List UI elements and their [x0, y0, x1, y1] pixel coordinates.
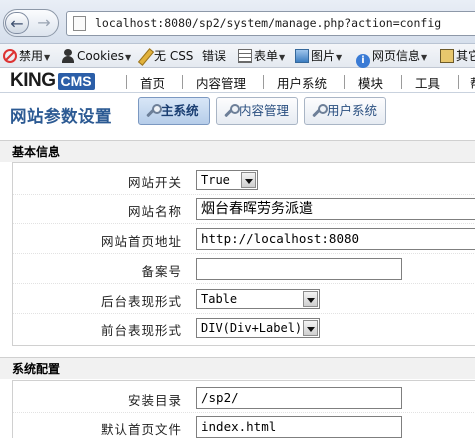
nav-item-content[interactable]: 内容管理 — [196, 73, 246, 92]
wrench-icon — [145, 104, 162, 118]
pencil-icon — [138, 49, 152, 63]
nav-divider — [458, 75, 459, 89]
tab-label: 内容管理 — [239, 103, 290, 118]
chevron-down-icon: ▼ — [279, 53, 286, 62]
section-header-basic-info: 基本信息 — [0, 140, 475, 162]
site-switch-select[interactable]: True — [196, 170, 258, 190]
select-value: True — [201, 173, 230, 187]
site-name-input[interactable]: 烟台春晖劳务派遣 — [196, 198, 475, 220]
form-row-site-switch: 网站开关 True — [13, 166, 475, 195]
nav-divider — [401, 75, 402, 89]
wrench-icon — [311, 104, 328, 118]
nav-item-users[interactable]: 用户系统 — [277, 73, 327, 92]
info-icon: i — [356, 54, 370, 68]
developer-toolbar: 禁用▼ Cookies▼ 无 CSS 错误 表单▼ 图片▼ i 网页信息▼ 其它 — [0, 44, 475, 68]
form-row-default-index: 默认首页文件 index.html — [13, 413, 475, 438]
nav-item-help[interactable]: 帮 — [470, 73, 475, 92]
install-dir-input[interactable]: /sp2/ — [196, 387, 402, 409]
back-arrow-icon[interactable]: ← — [5, 12, 29, 34]
field-label: 网站开关 — [127, 175, 182, 190]
person-icon — [61, 49, 75, 63]
toolbar-disable-button[interactable]: 禁用▼ — [3, 47, 50, 65]
form-row-icp-number: 备案号 — [13, 255, 475, 284]
nav-divider — [344, 75, 345, 89]
select-value: DIV(Div+Label) — [201, 321, 303, 335]
logo-cms-text: CMS — [57, 72, 95, 90]
field-label: 后台表现形式 — [100, 294, 182, 309]
url-text: localhost:8080/sp2/system/manage.php?act… — [95, 16, 442, 30]
page-title: 网站参数设置 — [10, 107, 112, 126]
field-label: 备案号 — [141, 264, 182, 279]
admin-layout-select[interactable]: Table — [196, 289, 320, 309]
wrench-icon — [223, 104, 240, 118]
field-label: 默认首页文件 — [100, 422, 182, 437]
logo-king-text: KING — [10, 70, 56, 91]
form-icon — [238, 49, 252, 63]
form-row-admin-layout: 后台表现形式 Table — [13, 285, 475, 314]
form-row-install-dir: 安装目录 /sp2/ — [13, 384, 475, 413]
no-entry-icon — [3, 49, 17, 63]
toolbar-label: 网页信息 — [372, 49, 421, 63]
form-row-frontend-layout: 前台表现形式 DIV(Div+Label) — [13, 314, 475, 343]
toolbar-page-info-button[interactable]: i 网页信息▼ — [356, 47, 428, 68]
forward-arrow-icon[interactable]: → — [32, 12, 56, 34]
nav-item-home[interactable]: 首页 — [140, 73, 165, 92]
toolbar-images-button[interactable]: 图片▼ — [295, 47, 342, 65]
toolbar-label: 错误 — [202, 49, 227, 63]
frontend-layout-select[interactable]: DIV(Div+Label) — [196, 318, 320, 338]
image-icon — [295, 49, 309, 63]
toolbar-cookies-button[interactable]: Cookies▼ — [61, 47, 131, 65]
chevron-down-icon[interactable] — [303, 320, 318, 336]
toolbar-other-button[interactable]: 其它 — [440, 47, 475, 65]
section-header-system-config: 系统配置 — [0, 357, 475, 379]
toolbar-label: 表单 — [254, 49, 279, 63]
toolbar-forms-button[interactable]: 表单▼ — [238, 47, 285, 65]
chevron-down-icon: ▼ — [421, 53, 428, 62]
toolbar-no-css-button[interactable]: 无 CSS — [138, 47, 193, 65]
select-value: Table — [201, 292, 238, 306]
tab-content-management[interactable]: 内容管理 — [216, 97, 298, 125]
system-config-panel: 安装目录 /sp2/ 默认首页文件 index.html — [12, 380, 475, 438]
form-row-site-name: 网站名称 烟台春晖劳务派遣 — [13, 195, 475, 224]
toolbar-errors-button[interactable]: 错误 — [202, 47, 226, 65]
field-label: 网站首页地址 — [100, 234, 182, 249]
chevron-down-icon[interactable] — [303, 291, 318, 307]
toolbar-label: 其它 — [456, 49, 475, 63]
toolbar-label: 无 CSS — [154, 49, 194, 63]
browser-address-bar: ← → localhost:8080/sp2/system/manage.php… — [0, 0, 475, 44]
site-url-input[interactable]: http://localhost:8080 — [196, 228, 475, 250]
field-label: 安装目录 — [127, 393, 182, 408]
chevron-down-icon: ▼ — [124, 53, 132, 62]
nav-item-modules[interactable]: 模块 — [358, 73, 383, 92]
chevron-down-icon: ▼ — [336, 53, 343, 62]
tab-label: 主系统 — [161, 103, 199, 118]
default-index-input[interactable]: index.html — [196, 416, 402, 438]
toolbar-label: 图片 — [311, 49, 336, 63]
tab-main-system[interactable]: 主系统 — [138, 97, 210, 125]
form-row-site-url: 网站首页地址 http://localhost:8080 — [13, 225, 475, 254]
kingcms-logo[interactable]: KING CMS — [10, 70, 95, 91]
other-icon — [440, 49, 454, 63]
url-field[interactable]: localhost:8080/sp2/system/manage.php?act… — [66, 11, 475, 36]
navigation-buttons: ← → — [3, 9, 59, 37]
chevron-down-icon: ▼ — [44, 53, 51, 62]
chevron-down-icon[interactable] — [241, 172, 256, 188]
toolbar-label: Cookies — [77, 49, 124, 63]
field-label: 网站名称 — [127, 204, 182, 219]
nav-divider-line — [0, 92, 475, 93]
nav-divider — [263, 75, 264, 89]
basic-info-panel: 网站开关 True 网站名称 烟台春晖劳务派遣 网站首页地址 http://lo… — [12, 162, 475, 346]
icp-number-input[interactable] — [196, 258, 402, 280]
page-icon — [73, 16, 86, 31]
field-label: 前台表现形式 — [100, 323, 182, 338]
tab-user-system[interactable]: 用户系统 — [304, 97, 386, 125]
nav-divider — [126, 75, 127, 89]
nav-item-tools[interactable]: 工具 — [415, 73, 440, 92]
toolbar-label: 禁用 — [19, 49, 44, 63]
tab-label: 用户系统 — [327, 103, 378, 118]
nav-divider — [182, 75, 183, 89]
